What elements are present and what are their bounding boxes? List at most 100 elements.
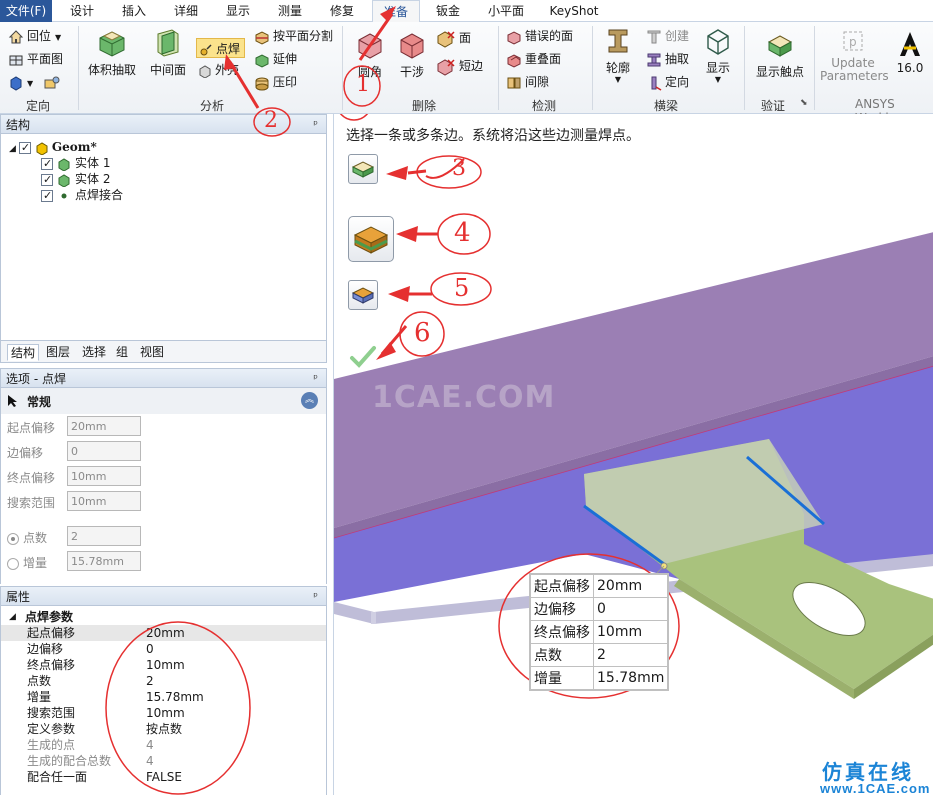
select-edges-tool-button[interactable] xyxy=(348,154,378,184)
edge-offset-input[interactable] xyxy=(67,441,141,461)
callout-value[interactable]: 15.78mm xyxy=(592,666,669,690)
interference-button[interactable]: 干涉 xyxy=(394,30,430,80)
property-row[interactable]: 起点偏移 20mm xyxy=(1,625,326,641)
end-offset-input[interactable] xyxy=(67,466,141,486)
remove-face-button[interactable]: 面 xyxy=(436,28,471,48)
menu-tab-detail[interactable]: 详细 xyxy=(164,0,208,22)
tree-root[interactable]: ◢ Geom* xyxy=(9,139,97,156)
tree-item-body-1[interactable]: 实体 1 xyxy=(41,155,110,172)
tree-checkbox[interactable] xyxy=(41,188,53,204)
property-row[interactable]: 搜索范围 10mm xyxy=(1,705,326,721)
callout-value[interactable]: 2 xyxy=(592,643,669,667)
pin-icon[interactable]: ᵖ xyxy=(313,587,318,607)
imprint-button[interactable]: 压印 xyxy=(254,72,297,92)
property-value[interactable]: 0 xyxy=(146,641,154,657)
menu-tab-design[interactable]: 设计 xyxy=(60,0,104,22)
profile-button[interactable]: 轮廓 ▼ xyxy=(598,26,638,84)
volume-extract-button[interactable]: 体积抽取 xyxy=(84,26,140,78)
beam-extract-button[interactable]: 抽取 xyxy=(646,49,689,69)
property-row[interactable]: 增量 15.78mm xyxy=(1,689,326,705)
3d-viewport[interactable]: 3 4 5 6 1 选择一条或多条边。系统将沿这些边测量焊点。 1CAE.COM… xyxy=(333,114,933,795)
increment-radio[interactable]: 增量 xyxy=(7,554,47,571)
complete-check-button[interactable] xyxy=(348,342,378,372)
collapse-icon[interactable]: ◢ xyxy=(9,144,16,154)
property-row[interactable]: 边偏移 0 xyxy=(1,641,326,657)
midsurface-button[interactable]: 中间面 xyxy=(144,26,192,78)
annotation-3: 3 xyxy=(452,156,466,181)
overlap-faces-button[interactable]: 重叠面 xyxy=(506,49,561,69)
extend-button[interactable]: 延伸 xyxy=(254,49,297,69)
property-key: 起点偏移 xyxy=(27,626,76,640)
property-value[interactable]: 2 xyxy=(146,673,154,689)
radio-button[interactable] xyxy=(7,532,19,545)
menu-tab-prepare[interactable]: 准备 xyxy=(372,0,420,23)
callout-value[interactable]: 20mm xyxy=(592,574,669,598)
pin-icon[interactable]: ᵖ xyxy=(313,369,318,389)
property-value[interactable]: 20mm xyxy=(146,625,185,641)
menu-tab-sheetmetal[interactable]: 钣金 xyxy=(426,0,470,22)
model-canvas[interactable] xyxy=(334,114,933,795)
property-value[interactable]: 15.78mm xyxy=(146,689,204,705)
point-count-radio[interactable]: 点数 xyxy=(7,529,47,546)
property-value[interactable]: 按点数 xyxy=(146,721,182,737)
ansys-button[interactable]: 16.0 xyxy=(892,30,928,75)
outer-shell-button[interactable]: 外壳 xyxy=(198,60,239,80)
plan-view-button[interactable]: 平面图 xyxy=(8,49,63,69)
tree-checkbox[interactable] xyxy=(41,156,53,172)
tab-views[interactable]: 视图 xyxy=(137,344,167,361)
beam-display-button[interactable]: 显示 ▼ xyxy=(700,26,736,84)
tree-item-spot-weld[interactable]: 点焊接合 xyxy=(41,187,123,204)
beam-create-button[interactable]: 创建 xyxy=(646,26,689,46)
select-faces-tool-button[interactable] xyxy=(348,216,394,262)
view-orient-button[interactable]: ▼ xyxy=(8,72,64,92)
update-parameters-button[interactable]: p Update Parameters xyxy=(820,28,889,83)
menu-tab-display[interactable]: 显示 xyxy=(216,0,260,22)
menu-tab-keyshot[interactable]: KeyShot xyxy=(544,0,604,22)
spot-weld-button[interactable]: 点焊 xyxy=(196,38,246,58)
property-row[interactable]: 终点偏移 10mm xyxy=(1,657,326,673)
tab-groups[interactable]: 组 xyxy=(113,344,131,361)
start-offset-input[interactable] xyxy=(67,416,141,436)
collapse-icon[interactable]: ◢ xyxy=(9,609,16,625)
gaps-button[interactable]: 间隙 xyxy=(506,72,549,92)
beam-orient-button[interactable]: 定向 xyxy=(646,72,689,92)
tree-checkbox[interactable] xyxy=(41,172,53,188)
tab-structure[interactable]: 结构 xyxy=(7,344,40,361)
radio-button[interactable] xyxy=(7,557,19,570)
property-key: 生成的点 xyxy=(27,738,76,752)
gaps-label: 间隙 xyxy=(525,75,550,89)
watermark: 1CAE.COM xyxy=(372,380,556,415)
property-row[interactable]: 配合任一面 FALSE xyxy=(1,769,326,785)
increment-input[interactable] xyxy=(67,551,141,571)
menu-tab-measure[interactable]: 测量 xyxy=(268,0,312,22)
callout-value[interactable]: 0 xyxy=(592,597,669,621)
menu-tab-insert[interactable]: 插入 xyxy=(112,0,156,22)
show-contacts-button[interactable]: 显示触点 xyxy=(750,30,810,80)
short-edge-button[interactable]: 短边 xyxy=(436,56,483,76)
collapse-section-icon[interactable]: ︽ xyxy=(301,392,318,409)
bad-faces-button[interactable]: 错误的面 xyxy=(506,26,573,46)
property-row[interactable]: 定义参数 按点数 xyxy=(1,721,326,737)
search-range-input[interactable] xyxy=(67,491,141,511)
select-bodies-tool-button[interactable] xyxy=(348,280,378,310)
properties-section[interactable]: ◢ 点焊参数 xyxy=(1,609,326,625)
split-by-plane-button[interactable]: 按平面分割 xyxy=(254,26,333,46)
point-count-input[interactable] xyxy=(67,526,141,546)
home-button[interactable]: 回位 ▼ xyxy=(8,26,61,46)
dialog-launcher-icon[interactable]: ⬊ xyxy=(800,98,808,108)
property-value[interactable]: 10mm xyxy=(146,657,185,673)
tab-selection[interactable]: 选择 xyxy=(79,344,109,361)
callout-value[interactable]: 10mm xyxy=(592,620,669,644)
menu-tab-facets[interactable]: 小平面 xyxy=(480,0,532,22)
tab-layers[interactable]: 图层 xyxy=(43,344,73,361)
tree-checkbox[interactable] xyxy=(18,140,31,156)
menu-file[interactable]: 文件(F) xyxy=(0,0,52,22)
property-value[interactable]: FALSE xyxy=(146,769,182,785)
options-section-header[interactable]: 常规 ︽ xyxy=(1,388,326,414)
property-value[interactable]: 10mm xyxy=(146,705,185,721)
menu-bar: 文件(F) 设计 插入 详细 显示 测量 修复 准备 钣金 小平面 KeySho… xyxy=(0,0,933,23)
pin-icon[interactable]: ᵖ xyxy=(313,115,318,135)
menu-tab-repair[interactable]: 修复 xyxy=(320,0,364,22)
tree-item-body-2[interactable]: 实体 2 xyxy=(41,171,110,188)
property-row[interactable]: 点数 2 xyxy=(1,673,326,689)
